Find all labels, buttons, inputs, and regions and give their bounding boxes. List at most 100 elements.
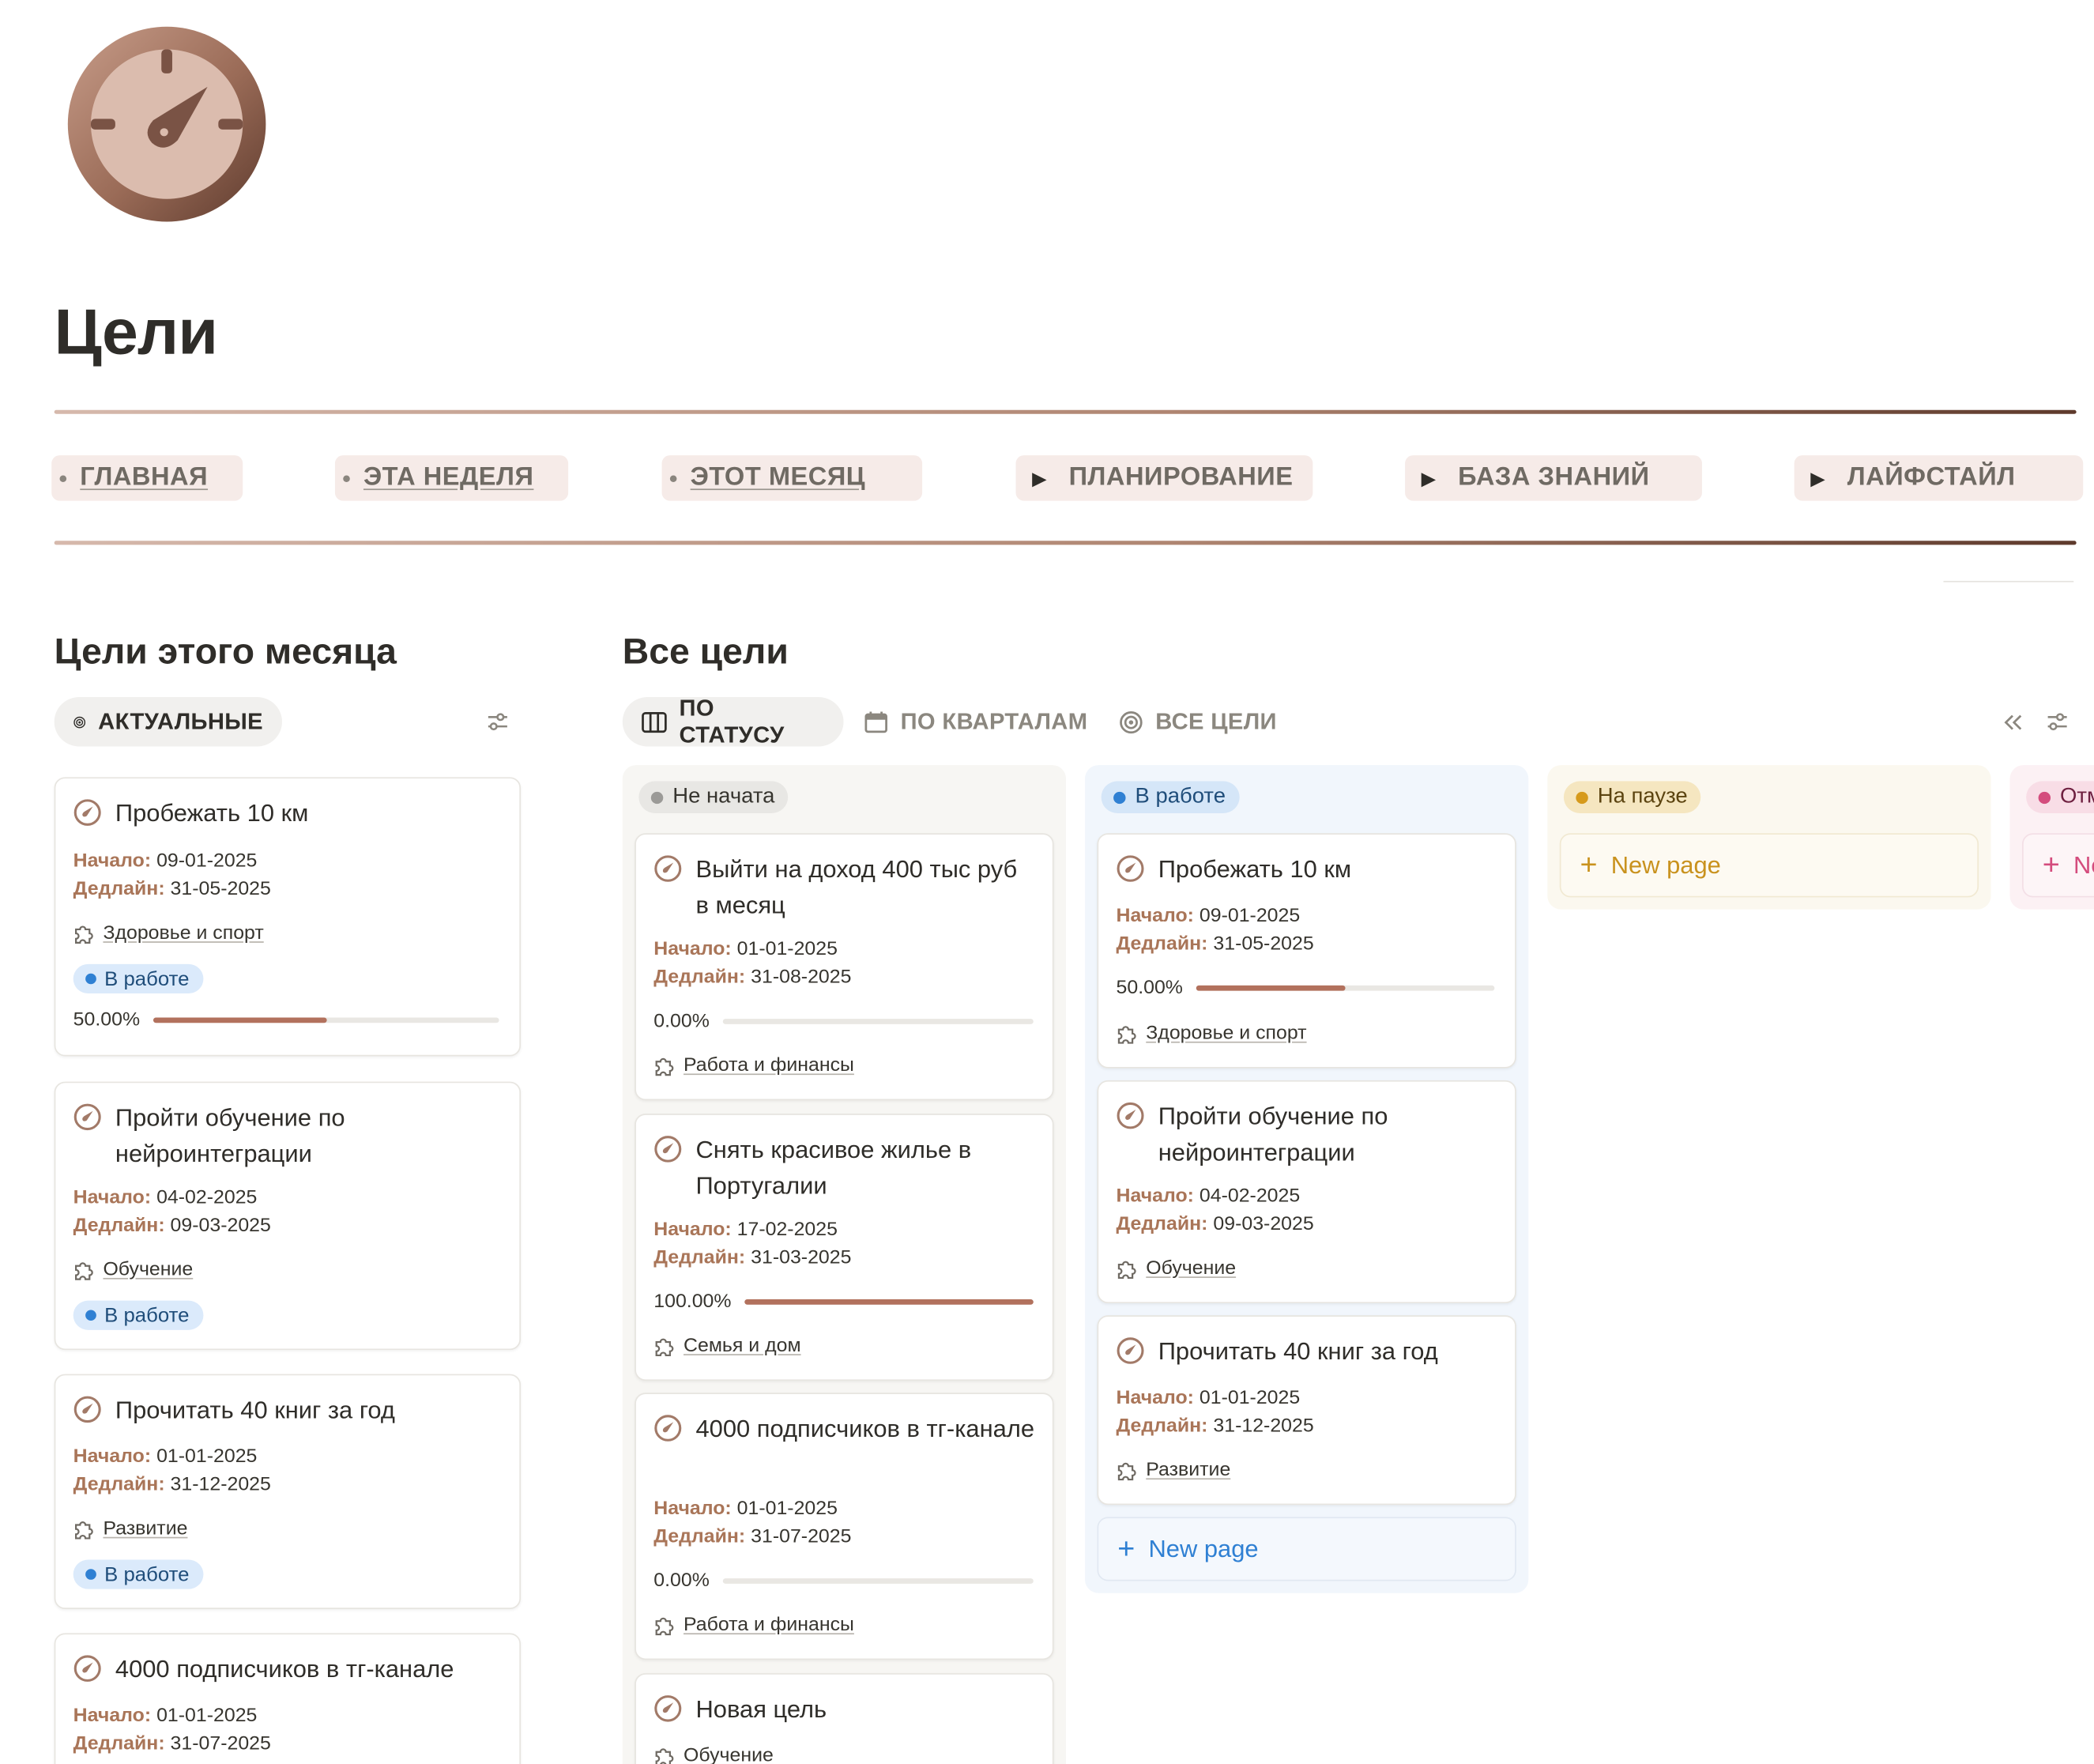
card-title: Снять красивое жилье в Португалии <box>653 1133 1036 1204</box>
start-date: Начало: 01-01-2025 <box>73 1446 258 1468</box>
start-date: Начало: 09-01-2025 <box>1116 905 1301 927</box>
new-page-button[interactable]: + New page <box>2022 833 2094 898</box>
start-date: Начало: 09-01-2025 <box>73 850 258 873</box>
start-date: Начало: 01-01-2025 <box>653 1498 838 1520</box>
area-tag[interactable]: Обучение <box>653 1744 774 1764</box>
board-card[interactable]: Новая цель Обучение <box>635 1673 1054 1764</box>
start-date: Начало: 04-02-2025 <box>1116 1185 1301 1208</box>
deadline-date: Дедлайн: 31-07-2025 <box>653 1526 852 1548</box>
progress: 50.00% <box>1117 978 1495 999</box>
board-column-cancelled: Отменена + New page <box>2009 765 2094 910</box>
area-tag[interactable]: Семья и дом <box>653 1334 801 1357</box>
triangle-right-icon[interactable]: ▶ <box>1422 467 1437 490</box>
tab-all-goals-label: ВСЕ ЦЕЛИ <box>1155 708 1277 734</box>
start-date: Начало: 01-01-2025 <box>1116 1387 1301 1409</box>
board-card[interactable]: Пройти обучение по нейроинтеграции Начал… <box>1097 1080 1516 1304</box>
tab-by-status-label: ПО СТАТУСУ <box>679 695 785 748</box>
new-page-button[interactable]: + New page <box>1097 1517 1516 1581</box>
tab-all-goals[interactable]: ВСЕ ЦЕЛИ <box>1119 697 1277 747</box>
tab-by-quarters[interactable]: ПО КВАРТАЛАМ <box>864 697 1087 747</box>
nav-knowledge-base[interactable]: ▶ БАЗА ЗНАНИЙ <box>1405 455 1702 501</box>
area-tag[interactable]: Развитие <box>1115 1458 1230 1481</box>
column-status-badge[interactable]: В работе <box>1101 781 1240 813</box>
puzzle-icon <box>1117 1261 1136 1280</box>
area-tag[interactable]: Обучение <box>1115 1257 1236 1280</box>
progress-fill <box>1196 985 1346 991</box>
progress-bar <box>1196 985 1495 991</box>
tab-actual-label: АКТУАЛЬНЫЕ <box>98 708 263 734</box>
area-tag[interactable]: Здоровье и спорт <box>1115 1022 1307 1045</box>
nav-lifestyle[interactable]: ▶ ЛАЙФСТАЙЛ <box>1794 455 2084 501</box>
board-icon <box>642 711 667 733</box>
nav-home[interactable]: ГЛАВНАЯ <box>51 455 243 501</box>
start-date: Начало: 01-01-2025 <box>73 1705 258 1727</box>
triangle-right-icon[interactable]: ▶ <box>1810 467 1825 490</box>
card-title: Прочитать 40 книг за год <box>1117 1334 1499 1370</box>
deadline-date: Дедлайн: 31-05-2025 <box>73 878 271 900</box>
nav-planning-label: ПЛАНИРОВАНИЕ <box>1068 463 1294 492</box>
board-card[interactable]: Пробежать 10 км Начало: 09-01-2025 Дедла… <box>1097 833 1516 1069</box>
nav-this-month[interactable]: ЭТОТ МЕСЯЦ <box>661 455 923 501</box>
status-badge: В работе <box>73 1300 203 1330</box>
column-status-badge[interactable]: Отменена <box>2026 781 2094 813</box>
area-tag[interactable]: Развитие <box>72 1517 187 1540</box>
board-card[interactable]: Снять красивое жилье в Португалии Начало… <box>635 1114 1054 1381</box>
board-column-paused: На паузе + New page <box>1547 765 1991 910</box>
goal-icon <box>654 1695 682 1722</box>
card-title: Пробежать 10 км <box>73 796 503 832</box>
progress: 0.00% <box>653 1570 1034 1592</box>
column-status-badge[interactable]: Не начата <box>638 781 789 813</box>
filter-settings-icon[interactable] <box>485 710 510 734</box>
goal-icon <box>1117 1102 1144 1129</box>
goal-icon <box>73 799 101 826</box>
nav-this-week[interactable]: ЭТА НЕДЕЛЯ <box>334 455 569 501</box>
column-status-badge[interactable]: На паузе <box>1563 781 1701 813</box>
tab-actual[interactable]: АКТУАЛЬНЫЕ <box>54 696 282 747</box>
puzzle-icon <box>74 1521 93 1540</box>
start-date: Начало: 04-02-2025 <box>73 1187 258 1209</box>
new-page-button[interactable]: + New page <box>1559 833 1979 898</box>
card-title: 4000 подписчиков в тг-канале <box>73 1652 503 1688</box>
start-date: Начало: 17-02-2025 <box>653 1219 838 1241</box>
stopwatch-icon[interactable] <box>66 25 267 223</box>
notion-page: Цели ГЛАВНАЯ ЭТА НЕДЕЛЯ ЭТОТ МЕСЯЦ ▶ ПЛА… <box>0 0 2094 1764</box>
double-chevron-left-icon[interactable] <box>2001 710 2025 734</box>
nav-lifestyle-label: ЛАЙФСТАЙЛ <box>1847 463 2016 492</box>
month-goal-card[interactable]: Пройти обучение по нейроинтеграции Начал… <box>54 1081 522 1351</box>
board-card[interactable]: Прочитать 40 книг за год Начало: 01-01-2… <box>1097 1315 1516 1506</box>
board-card[interactable]: 4000 подписчиков в тг-канале Начало: 01-… <box>635 1393 1054 1660</box>
filter-settings-icon[interactable] <box>2045 710 2070 734</box>
start-date: Начало: 01-01-2025 <box>653 938 838 960</box>
nav-planning[interactable]: ▶ ПЛАНИРОВАНИЕ <box>1015 455 1313 501</box>
nav-bar: ГЛАВНАЯ ЭТА НЕДЕЛЯ ЭТОТ МЕСЯЦ ▶ ПЛАНИРОВ… <box>0 455 2094 501</box>
board-column-not-started: Не начата Выйти на доход 400 тыс руб в м… <box>622 765 1067 1764</box>
progress-bar <box>744 1298 1034 1305</box>
divider-small <box>1943 580 2074 582</box>
board-card[interactable]: Выйти на доход 400 тыс руб в месяц Начал… <box>635 833 1054 1101</box>
puzzle-icon <box>655 1338 674 1357</box>
puzzle-icon <box>1117 1026 1136 1044</box>
area-tag[interactable]: Работа и финансы <box>653 1613 854 1636</box>
area-tag[interactable]: Здоровье и спорт <box>72 922 264 944</box>
progress-fill <box>153 1017 327 1023</box>
divider-top <box>54 409 2077 414</box>
progress: 50.00% <box>73 1009 499 1031</box>
plus-icon: + <box>2042 847 2060 882</box>
area-tag[interactable]: Обучение <box>72 1258 193 1281</box>
area-tag[interactable]: Работа и финансы <box>653 1054 854 1076</box>
bullet-icon <box>59 474 67 482</box>
tab-by-status[interactable]: ПО СТАТУСУ <box>622 695 844 748</box>
deadline-date: Дедлайн: 31-03-2025 <box>653 1247 852 1269</box>
deadline-date: Дедлайн: 31-12-2025 <box>73 1474 271 1496</box>
deadline-date: Дедлайн: 31-07-2025 <box>73 1733 271 1755</box>
divider-bottom <box>54 541 2077 545</box>
nav-this-week-label: ЭТА НЕДЕЛЯ <box>363 463 534 492</box>
month-goal-card[interactable]: Пробежать 10 км Начало: 09-01-2025 Дедла… <box>54 777 522 1057</box>
month-goal-card[interactable]: Прочитать 40 книг за год Начало: 01-01-2… <box>54 1374 522 1609</box>
deadline-date: Дедлайн: 31-08-2025 <box>653 967 852 989</box>
deadline-date: Дедлайн: 09-03-2025 <box>1116 1213 1314 1235</box>
triangle-right-icon[interactable]: ▶ <box>1032 467 1047 490</box>
puzzle-icon <box>74 1262 93 1280</box>
goal-icon <box>1117 1337 1144 1364</box>
month-goal-card[interactable]: 4000 подписчиков в тг-канале Начало: 01-… <box>54 1633 522 1764</box>
